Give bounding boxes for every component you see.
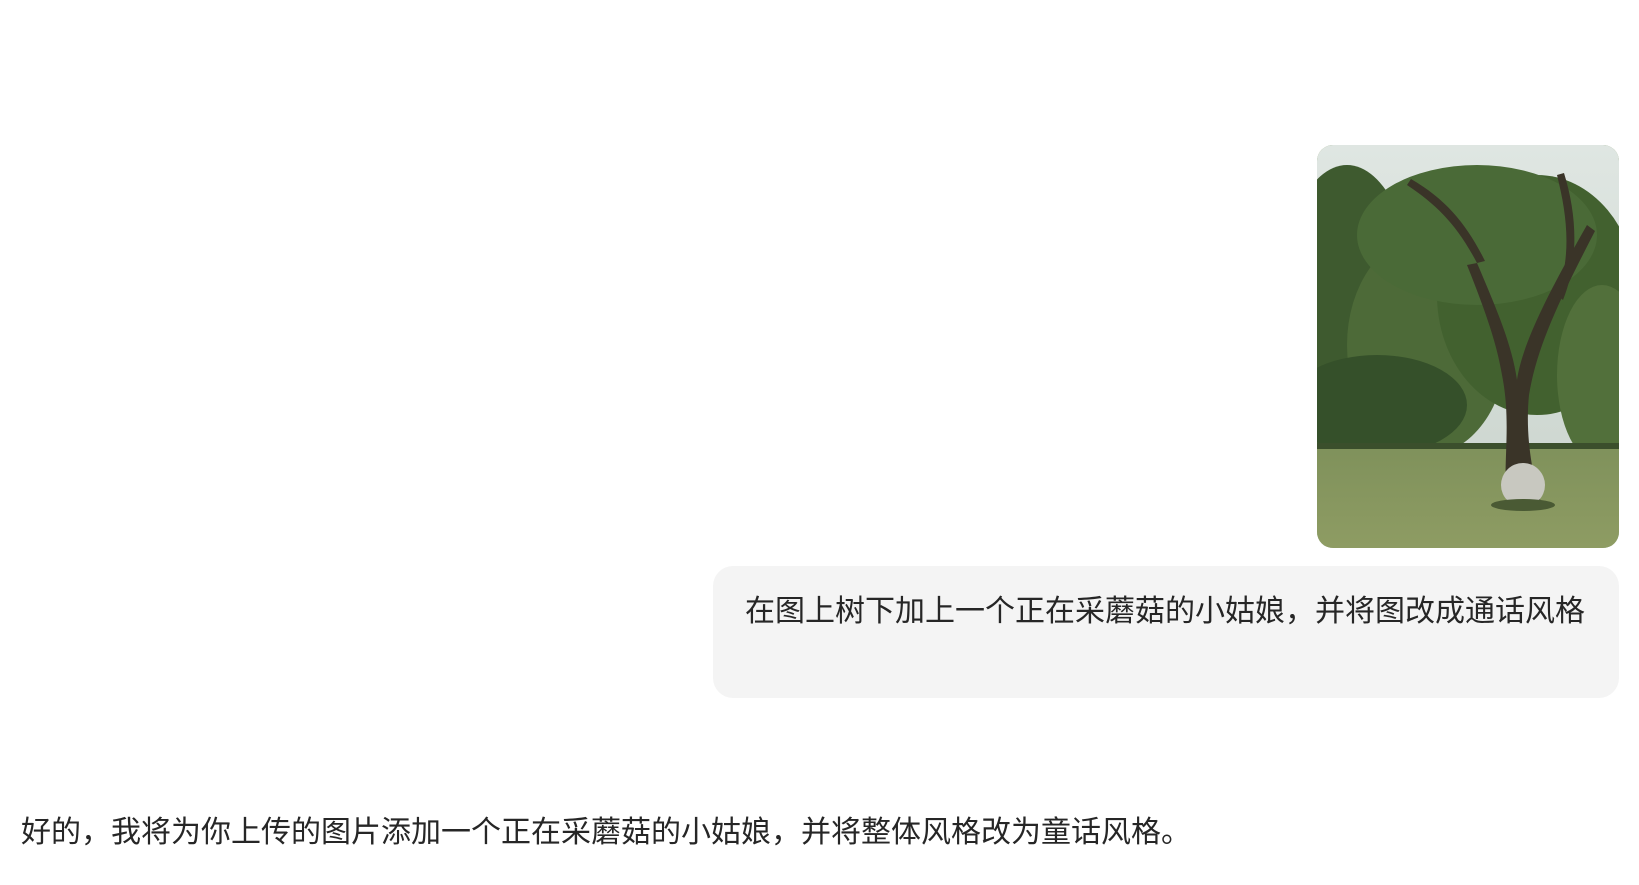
- tree-photo-icon: [1317, 145, 1619, 548]
- user-message-text: 在图上树下加上一个正在采蘑菇的小姑娘，并将图改成通话风格: [745, 594, 1585, 629]
- user-message-bubble: 在图上树下加上一个正在采蘑菇的小姑娘，并将图改成通话风格: [713, 566, 1619, 698]
- assistant-message-text: 好的，我将为你上传的图片添加一个正在采蘑菇的小姑娘，并将整体风格改为童话风格。: [21, 815, 1191, 850]
- chat-page: 在图上树下加上一个正在采蘑菇的小姑娘，并将图改成通话风格 好的，我将为你上传的图…: [0, 0, 1639, 885]
- user-uploaded-image[interactable]: [1317, 145, 1619, 548]
